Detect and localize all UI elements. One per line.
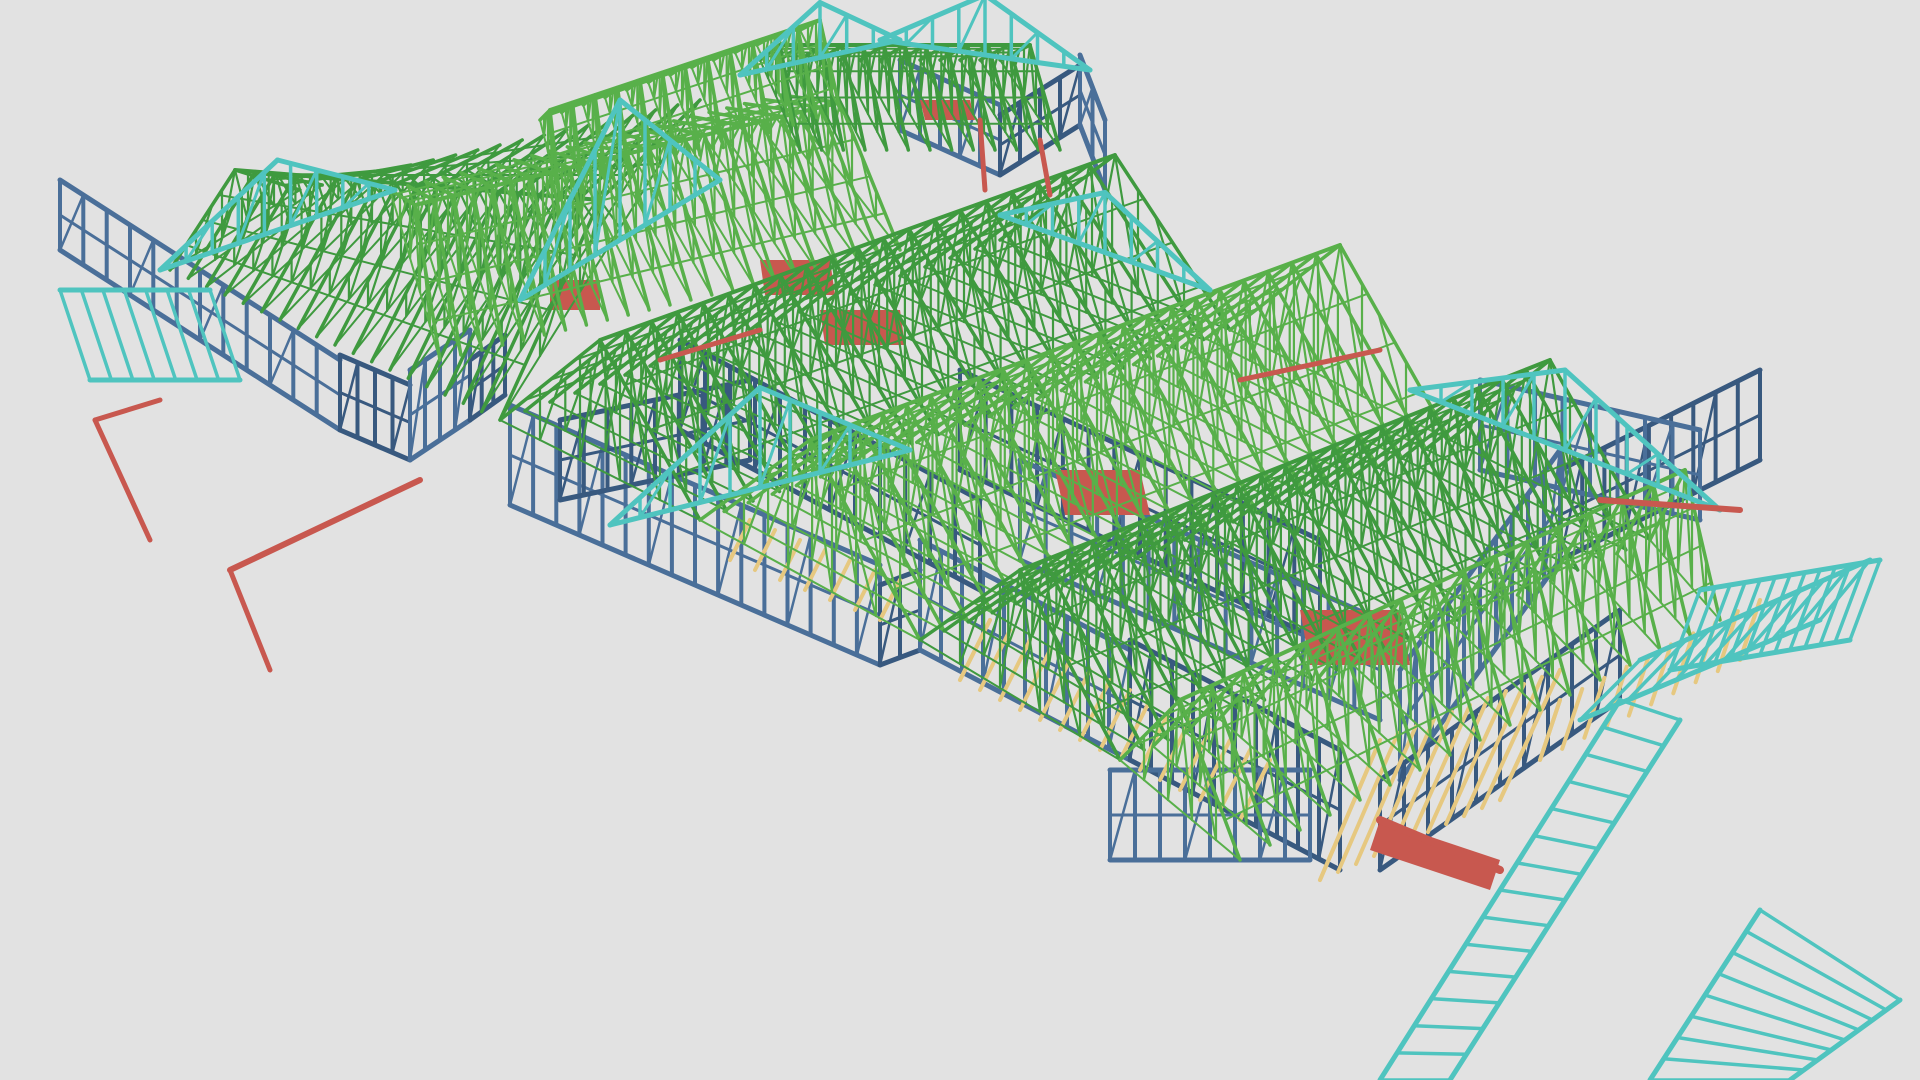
model-viewport[interactable] — [0, 0, 1920, 1080]
far-right-gable-rafter — [1407, 367, 1568, 393]
corner-roof-frame-rung — [1758, 908, 1902, 1002]
verandah-ladder-rung — [1395, 1051, 1469, 1057]
verandah-ladder-rung — [1429, 996, 1502, 1005]
verandah-ladder-rung — [1532, 833, 1600, 851]
right-wing-wall-brace — [1692, 390, 1717, 495]
verandah-ladder-rung — [1481, 915, 1551, 928]
corner-roof-frame-rung — [1689, 1014, 1834, 1052]
post — [92, 417, 153, 543]
verandah-ladder-rung — [1463, 942, 1534, 954]
verandah-ladder-rung — [1498, 888, 1567, 902]
left-wing-back-wall-brace — [268, 328, 295, 387]
main-truss-3-web — [1391, 499, 1419, 600]
verandah-ladder-rung — [1412, 1023, 1485, 1031]
verandah-ladder-rung — [1601, 725, 1666, 748]
front-wing-left-wall-brace — [508, 413, 535, 507]
verandah-ladder-rung — [1583, 752, 1649, 774]
verandah-ladder-rung — [1515, 861, 1584, 877]
main-truss-3-web — [1439, 480, 1467, 581]
building-frame-model[interactable] — [0, 0, 1920, 1080]
alfresco-ceiling-joist — [1462, 682, 1526, 818]
left-wing-end-wall-brace — [338, 361, 359, 432]
left-wing-back-wall-brace — [58, 193, 85, 252]
beam — [227, 477, 423, 573]
patio-cover-frame-rung — [1848, 558, 1882, 642]
verandah-ladder-rung — [1566, 779, 1633, 799]
left-wing-return-wall-brace — [408, 358, 427, 462]
corner-roof-frame-rung — [1662, 1057, 1806, 1072]
main-truss-3-web — [1463, 470, 1491, 571]
verandah-ladder-rung — [1549, 806, 1617, 825]
patio-cover-frame-rung — [1788, 568, 1822, 652]
post — [227, 567, 273, 673]
beam — [92, 397, 163, 423]
left-wing-end-wall-brace — [391, 383, 412, 454]
main-truss-3-web — [1415, 489, 1443, 590]
left-wing-back-wall-brace — [128, 238, 155, 297]
front-wing-corner-wall-brace — [878, 576, 902, 667]
verandah-ladder-rung — [1446, 969, 1518, 979]
rear-truss-bottom-chord — [779, 94, 901, 251]
main-truss-3-web — [1367, 509, 1395, 610]
